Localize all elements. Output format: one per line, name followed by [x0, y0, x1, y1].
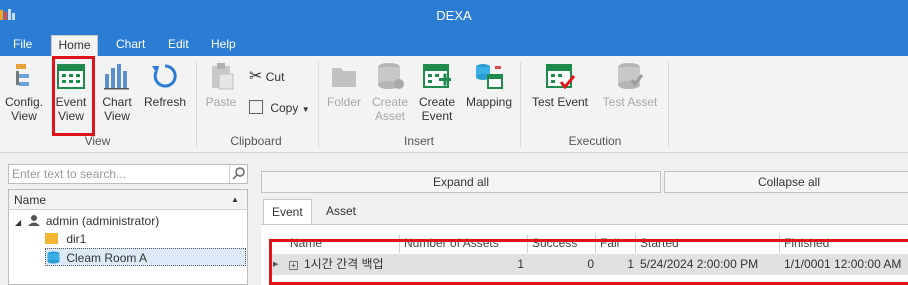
ribbon-separator [520, 62, 521, 148]
tab-edit[interactable]: Edit [166, 35, 191, 56]
create-event-button[interactable]: Create Event [415, 56, 459, 123]
view-group-label: View [84, 134, 111, 148]
config-tree-icon [16, 64, 29, 86]
copy-button[interactable]: Copy ▼ [249, 100, 310, 118]
tab-event[interactable]: Event [263, 199, 312, 225]
tab-file[interactable]: File [11, 35, 34, 56]
collapse-arrow-icon: ◢ [15, 218, 22, 227]
test-event-label: Test Event [531, 95, 589, 109]
tree-header-label: Name [14, 193, 47, 207]
tree-node-admin[interactable]: ◢ admin (administrator) [15, 212, 159, 230]
folder-icon [45, 233, 58, 244]
clipboard-group-label: Clipboard [230, 134, 282, 148]
search-icon [232, 167, 245, 180]
mapping-button[interactable]: Mapping [464, 56, 514, 109]
user-icon [27, 213, 40, 226]
search-placeholder: Enter text to search... [12, 167, 127, 181]
test-asset-label: Test Asset [602, 95, 658, 109]
tree-node-cleam-room-a[interactable]: Cleam Room A [45, 248, 246, 266]
tab-help[interactable]: Help [209, 35, 238, 56]
database-icon [47, 251, 60, 264]
cut-label: Cut [265, 70, 285, 84]
chart-view-button[interactable]: Chart View [98, 56, 136, 123]
refresh-button[interactable]: Refresh [142, 56, 188, 109]
expand-all-button[interactable]: Expand all [261, 171, 661, 193]
ribbon: Config. View Event View Chart View Refre… [0, 56, 908, 153]
tree-node-label: Cleam Room A [66, 251, 148, 265]
config-view-label-1: Config. [4, 95, 44, 109]
asset-tree: Name ▲ ◢ admin (administrator) dir1 Clea… [8, 189, 248, 285]
search-box[interactable]: Enter text to search... [8, 164, 248, 184]
scissors-icon: ✂ [249, 68, 263, 85]
copy-label: Copy [270, 101, 299, 115]
event-pane: Expand all Collapse all Event Asset Name… [261, 171, 908, 285]
cut-button[interactable]: ✂ Cut [249, 69, 284, 85]
config-view-label-2: View [11, 109, 37, 123]
calendar-add-icon [423, 64, 451, 88]
tree-node-label: dir1 [66, 232, 87, 246]
database-check-icon [618, 63, 644, 89]
create-asset-label-2: Asset [374, 109, 405, 123]
execution-group-label: Execution [568, 134, 622, 148]
insert-group-label: Insert [403, 134, 434, 148]
test-event-button[interactable]: Test Event [528, 56, 592, 109]
test-asset-button[interactable]: Test Asset [598, 56, 662, 109]
create-asset-button[interactable]: Create Asset [368, 56, 412, 123]
bar-chart-icon [104, 64, 129, 90]
ribbon-tabs: File Home Chart Edit Help [0, 32, 908, 56]
copy-icon [249, 100, 263, 114]
calendar-check-icon [546, 64, 576, 90]
folder-label: Folder [326, 95, 361, 109]
tab-asset[interactable]: Asset [318, 199, 364, 225]
window-title: DEXA [436, 8, 472, 23]
folder-icon [332, 68, 356, 87]
tab-home[interactable]: Home [51, 35, 98, 56]
chevron-down-icon: ▼ [301, 105, 310, 114]
paste-button[interactable]: Paste [203, 56, 239, 109]
chart-view-label-2: View [104, 109, 130, 123]
ribbon-separator [668, 62, 669, 148]
navigator-pane: Enter text to search... Name ▲ ◢ admin (… [8, 162, 248, 285]
tab-chart[interactable]: Chart [114, 35, 147, 56]
tree-header[interactable]: Name ▲ [9, 190, 247, 210]
event-view-highlight-box [52, 56, 95, 136]
mapping-icon [476, 64, 503, 89]
create-event-label-2: Event [421, 109, 453, 123]
collapse-all-button[interactable]: Collapse all [664, 171, 908, 193]
ribbon-separator [196, 62, 197, 148]
create-event-label-1: Create [418, 95, 456, 109]
tree-node-dir1[interactable]: dir1 [45, 230, 86, 248]
chart-view-label-1: Chart [102, 95, 132, 109]
search-button[interactable] [229, 165, 247, 183]
refresh-icon [152, 64, 177, 88]
create-asset-label-1: Create [371, 95, 409, 109]
paste-icon [212, 63, 234, 90]
sort-up-icon: ▲ [231, 195, 239, 204]
config-view-button[interactable]: Config. View [2, 56, 46, 123]
refresh-label: Refresh [143, 95, 187, 109]
paste-label: Paste [205, 95, 237, 109]
event-grid-highlight-box [269, 239, 908, 285]
ribbon-separator [318, 62, 319, 148]
tree-node-label: admin (administrator) [45, 214, 160, 228]
title-bar: DEXA [0, 0, 908, 32]
folder-button[interactable]: Folder [324, 56, 364, 109]
mapping-label: Mapping [465, 95, 513, 109]
database-add-icon [378, 63, 404, 89]
